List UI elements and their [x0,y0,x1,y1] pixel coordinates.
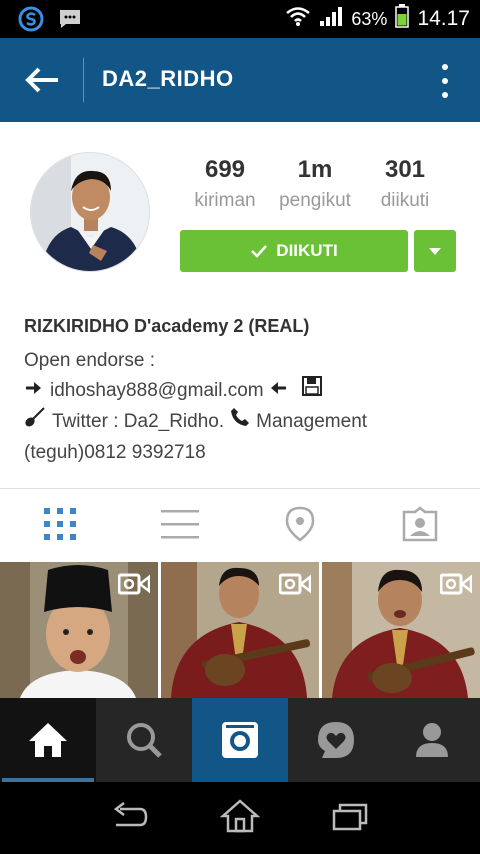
stat-label: kiriman [194,190,256,211]
profile-view-tabs [0,489,480,559]
camera-icon [222,722,258,758]
bio-text: Open endorse : [24,350,155,371]
caret-down-icon [429,247,441,255]
tagged-person-icon [402,506,438,542]
grid-post[interactable] [161,562,319,698]
tab-tagged-view[interactable] [360,489,480,559]
tab-location-view[interactable] [240,489,360,559]
stat-value: 699 [204,156,246,183]
phone-icon [230,407,250,437]
message-icon [58,8,82,35]
avatar[interactable] [30,152,150,272]
stat-following[interactable]: 301 diikuti [360,156,450,212]
nav-activity[interactable] [288,698,384,782]
search-icon [127,723,162,758]
system-recents-icon [332,803,368,830]
header-divider [83,58,84,102]
bio-management: Management [256,411,368,432]
location-pin-icon [285,506,315,542]
floppy-disk-icon [301,376,322,406]
bio-line: Open endorse : [24,346,464,376]
tab-list-view[interactable] [120,489,240,559]
home-icon [29,723,67,757]
nav-search[interactable] [96,698,192,782]
arrow-left-icon [268,376,288,406]
video-camera-icon [439,572,473,601]
overflow-menu-button[interactable] [440,64,450,98]
battery-percent: 63% [351,8,388,29]
back-arrow-icon [25,67,58,93]
activity-heart-icon [318,722,354,758]
wifi-icon [285,5,311,33]
clock: 14.17 [417,7,470,30]
signal-icon [319,5,343,33]
stat-value: 1m [297,156,333,183]
bottom-navigation [0,698,480,782]
grid-post[interactable] [0,562,158,698]
bio-phone: (teguh)0812 9392718 [24,442,206,463]
profile-section: 699 kiriman 1m pengikut 301 diikuti DIIK… [0,122,480,562]
stat-followers[interactable]: 1m pengikut [270,156,360,212]
following-button-label: DIIKUTI [276,241,338,260]
battery-icon [395,4,410,34]
grid-post[interactable] [322,562,480,698]
bio-line: idhoshay888@gmail.com [24,376,464,406]
suggestions-dropdown-button[interactable] [414,230,456,272]
stat-value: 301 [384,156,426,183]
bio-line: (teguh)0812 9392718 [24,438,464,468]
profile-bio: Open endorse : idhoshay888@gmail.com Twi… [24,346,464,468]
nav-home[interactable] [0,698,96,782]
top-bar: DA2_RIDHO [0,38,480,122]
profile-full-name: RIZKIRIDHO D'academy 2 (REAL) [24,316,310,336]
system-home-icon [219,798,261,832]
system-back-button[interactable] [110,801,150,836]
profile-person-icon [416,723,448,757]
back-button[interactable] [20,60,64,100]
bio-twitter: Twitter : Da2_Ridho. [52,411,225,432]
video-camera-icon [278,572,312,601]
nav-profile[interactable] [384,698,480,782]
system-back-icon [113,801,148,826]
following-button[interactable]: DIIKUTI [180,230,408,272]
stat-posts[interactable]: 699 kiriman [180,156,270,212]
stat-label: diikuti [380,190,430,211]
system-recents-button[interactable] [330,801,370,836]
stat-label: pengikut [279,190,351,211]
page-title: DA2_RIDHO [102,66,234,91]
system-home-button[interactable] [219,798,261,838]
system-navigation-bar [0,782,480,854]
bio-email[interactable]: idhoshay888@gmail.com [50,376,264,406]
grid-icon [44,508,76,540]
checkmark-icon [251,245,268,258]
photo-grid [0,562,480,698]
video-camera-icon [117,572,151,601]
profile-stats: 699 kiriman 1m pengikut 301 diikuti [180,156,450,212]
status-bar: 63% 14.17 [0,0,480,38]
tab-grid-view[interactable] [0,489,120,559]
arrow-right-icon [24,376,44,406]
list-icon [161,510,199,539]
nav-camera[interactable] [192,698,288,782]
app-s-icon [18,6,44,37]
bio-line: Twitter : Da2_Ridho. Management [24,406,464,438]
guitar-icon [24,406,46,438]
